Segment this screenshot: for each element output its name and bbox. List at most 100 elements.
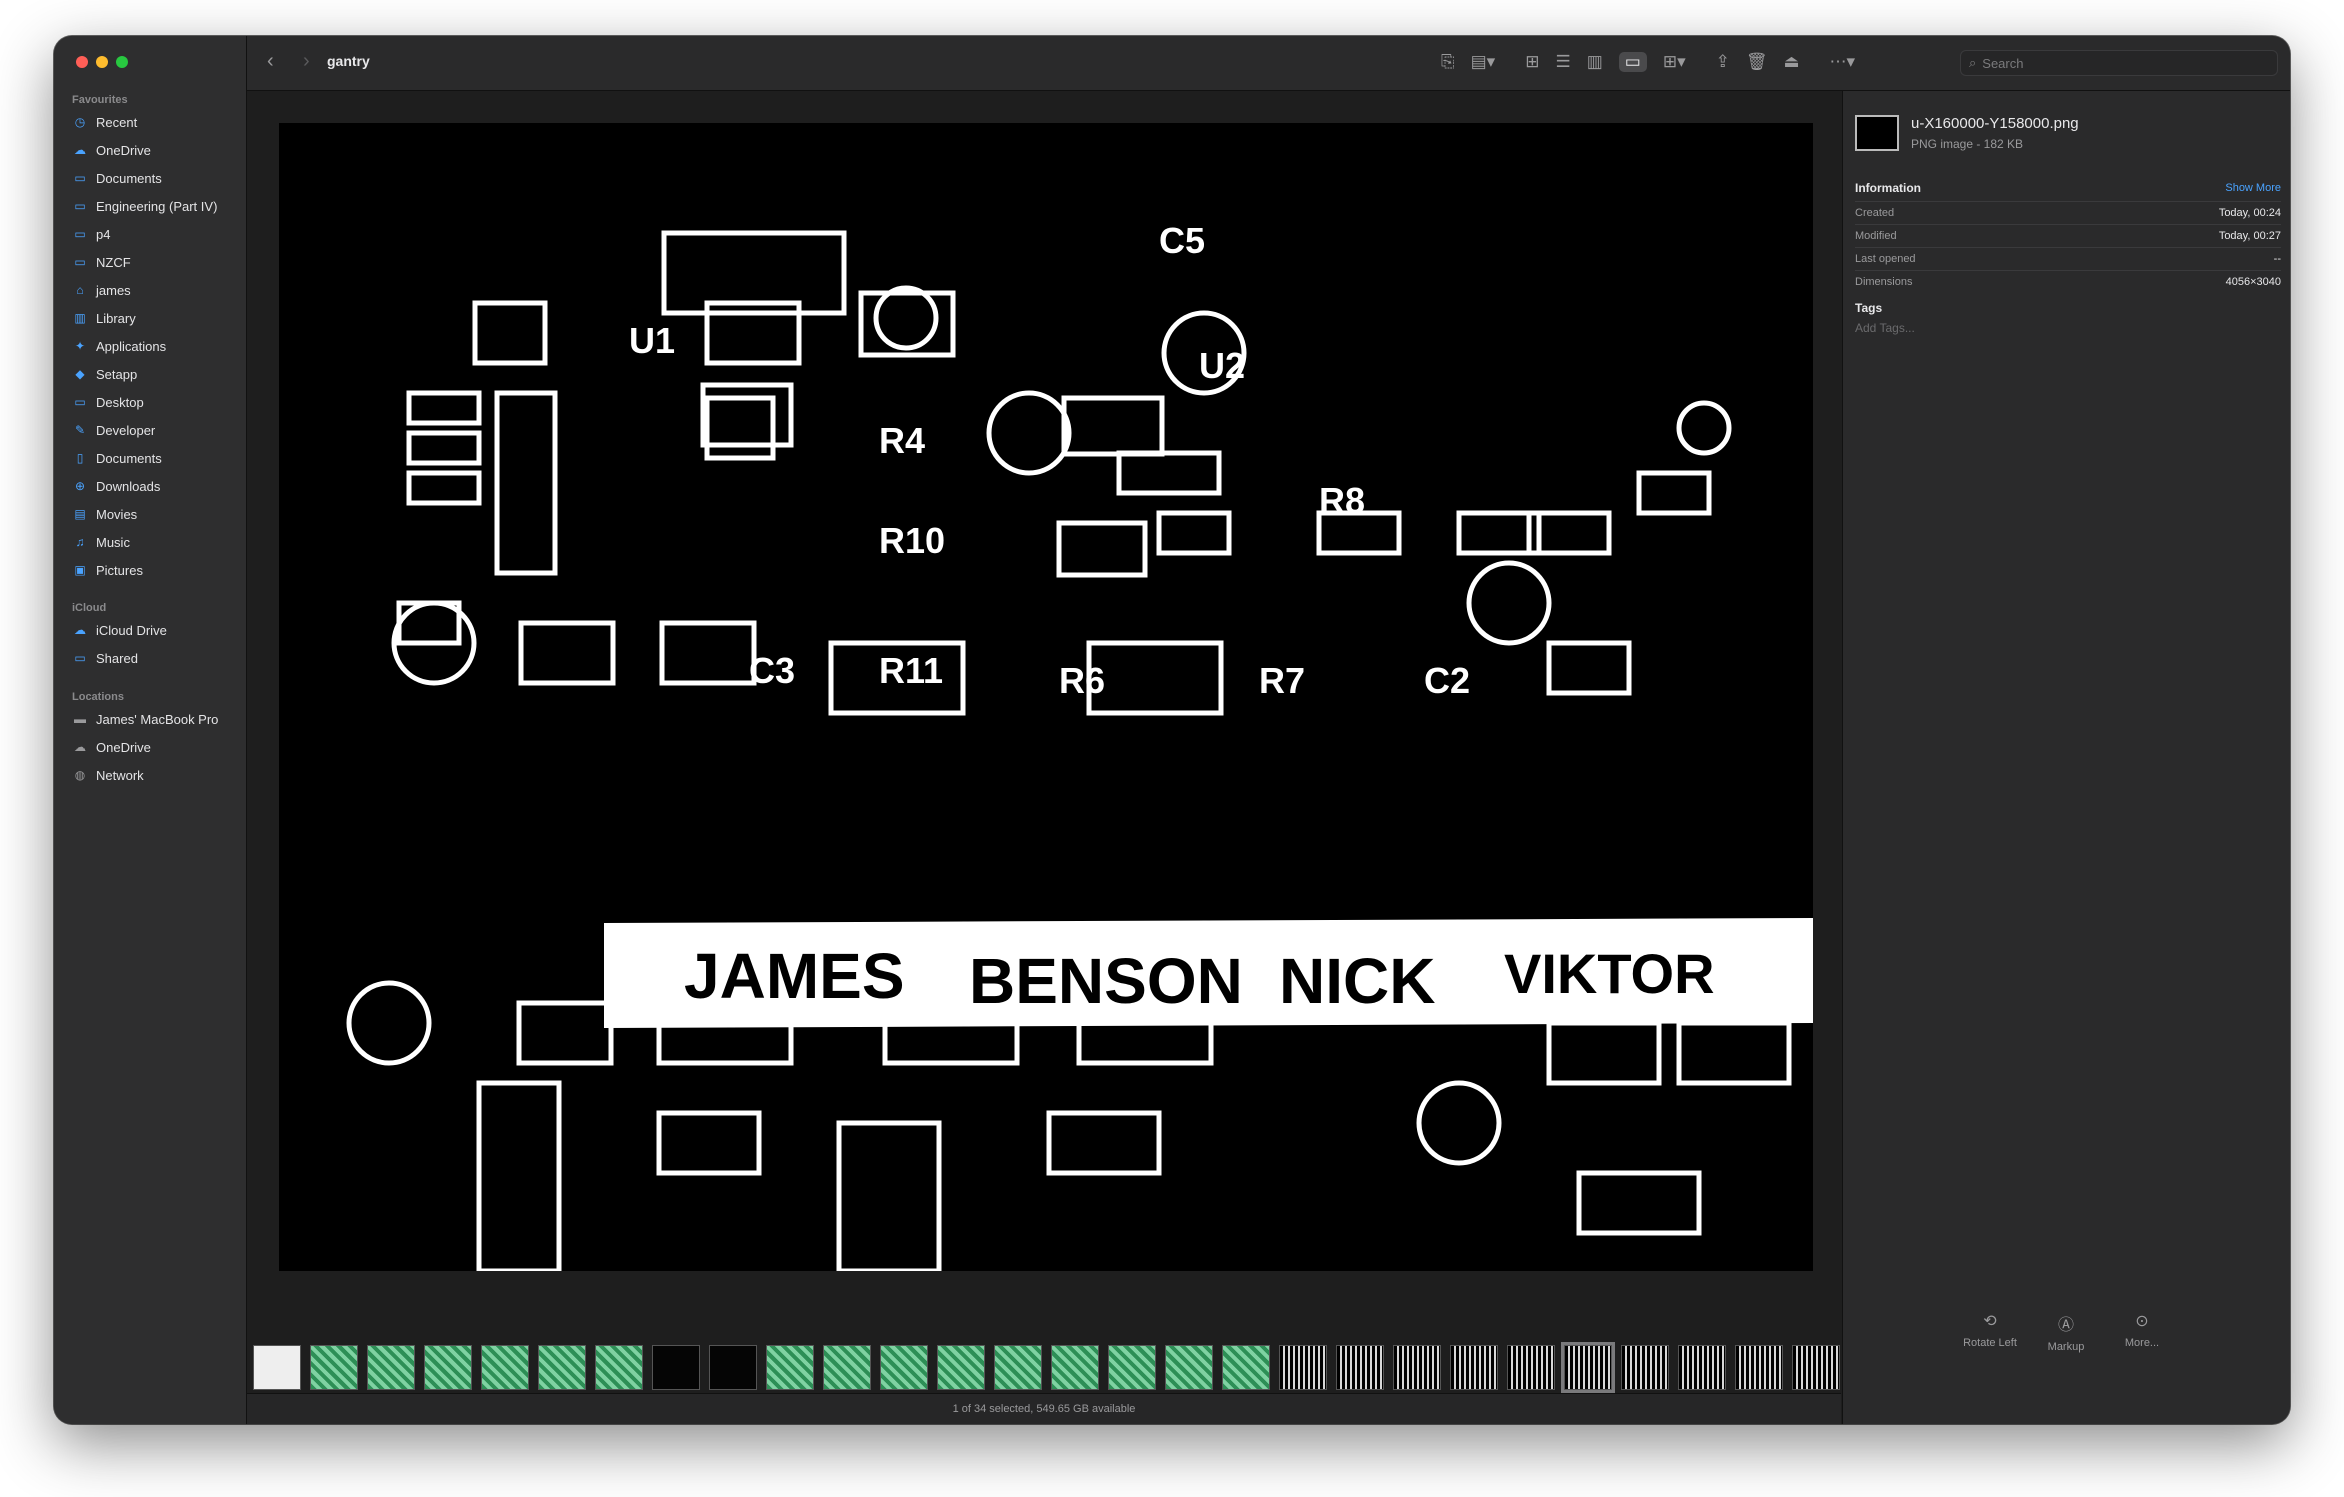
sidebar-item-onedrive-location[interactable]: ☁ OneDrive [72,733,242,761]
forward-button[interactable]: › [303,50,310,73]
sidebar-item-downloads[interactable]: ⊕ Downloads [72,472,242,500]
sidebar-item-p4[interactable]: ▭ p4 [72,220,242,248]
sidebar-item-label: Developer [96,422,156,438]
thumbnail[interactable] [538,1345,586,1390]
sidebar-item-label: Music [96,534,130,550]
sidebar-item-label: OneDrive [96,142,151,158]
status-bar: 1 of 34 selected, 549.65 GB available [247,1393,1841,1424]
house-icon: ⌂ [76,283,84,297]
sidebar-item-label: Documents [96,170,162,186]
thumbnail[interactable] [1450,1345,1498,1390]
more-button[interactable]: ⊙ More... [2102,1311,2182,1349]
group-menu-icon[interactable]: ⊞▾ [1663,52,1686,72]
thumbnail[interactable] [1165,1345,1213,1390]
column-view-icon[interactable]: ▥ [1587,52,1603,72]
add-tags-field[interactable]: Add Tags... [1855,321,1915,335]
sidebar-item-label: OneDrive [96,739,151,755]
thumbnail[interactable] [1336,1345,1384,1390]
building-icon: ▥ [74,311,86,325]
maximize-window-button[interactable] [116,56,128,68]
thumbnail[interactable] [823,1345,871,1390]
sidebar-item-macbook[interactable]: ▬ James' MacBook Pro [72,705,242,733]
markup-icon: Ⓐ [2057,1317,2074,1334]
thumbnail[interactable] [937,1345,985,1390]
sidebar-icloud-list: ☁ iCloud Drive ▭ Shared [72,616,242,672]
thumbnail[interactable] [1561,1342,1615,1393]
sidebar-item-applications[interactable]: ✦ Applications [72,332,242,360]
thumbnail[interactable] [1279,1345,1327,1390]
gallery-view-icon[interactable]: ▭ [1618,52,1647,72]
eject-icon[interactable]: ⏏ [1783,52,1799,72]
sidebar-item-network[interactable]: ◍ Network [72,761,242,789]
cloud-icon: ☁ [74,623,86,637]
thumbnail[interactable] [1108,1345,1156,1390]
image-preview[interactable]: JAMES BENSON NICK VIKTOR C5 U2 R4 R10 R1… [279,123,1813,1271]
sidebar-item-setapp[interactable]: ◆ Setapp [72,360,242,388]
file-thumbnail [1855,115,1899,151]
silk-r6: R6 [1059,660,1105,701]
search-placeholder: Search [1982,55,2024,71]
action-menu-icon[interactable]: ▤▾ [1471,52,1496,72]
sidebar-item-music[interactable]: ♫ Music [72,528,242,556]
thumbnail[interactable] [652,1345,700,1390]
thumbnail[interactable] [367,1345,415,1390]
sidebar-item-desktop[interactable]: ▭ Desktop [72,388,242,416]
more-actions-icon[interactable]: ⋯▾ [1830,52,1856,72]
markup-button[interactable]: Ⓐ Markup [2026,1311,2106,1353]
rotate-left-button[interactable]: ⟲ Rotate Left [1950,1311,2030,1349]
sidebar-item-label: iCloud Drive [96,622,167,638]
minimize-window-button[interactable] [96,56,108,68]
thumbnail[interactable] [1735,1345,1783,1390]
thumbnail[interactable] [253,1345,301,1390]
thumbnail[interactable] [766,1345,814,1390]
sidebar-item-movies[interactable]: ▤ Movies [72,500,242,528]
sidebar-item-engineering[interactable]: ▭ Engineering (Part IV) [72,192,242,220]
sidebar-item-library[interactable]: ▥ Library [72,304,242,332]
sidebar-item-pictures[interactable]: ▣ Pictures [72,556,242,584]
sidebar-item-documents[interactable]: ▭ Documents [72,164,242,192]
apps-icon: ✦ [74,339,86,353]
thumbnail[interactable] [880,1345,928,1390]
thumbnail[interactable] [994,1345,1042,1390]
thumbnail[interactable] [1678,1345,1726,1390]
thumbnail[interactable] [1393,1345,1441,1390]
thumbnail[interactable] [481,1345,529,1390]
sidebar-item-nzcf[interactable]: ▭ NZCF [72,248,242,276]
trash-icon[interactable]: 🗑 [1746,52,1768,72]
sidebar-item-label: Recent [96,114,138,130]
thumbnail[interactable] [424,1345,472,1390]
thumbnail[interactable] [1507,1345,1555,1390]
show-more-link[interactable]: Show More [2225,182,2281,194]
sidebar-item-label: James' MacBook Pro [96,711,219,727]
sidebar-item-label: Downloads [96,478,161,494]
sidebar-item-onedrive[interactable]: ☁ OneDrive [72,136,242,164]
thumbnail[interactable] [1792,1345,1840,1390]
label-james: JAMES [684,940,905,1012]
silk-r8: R8 [1319,480,1365,521]
thumbnail[interactable] [1222,1345,1270,1390]
new-folder-icon[interactable]: ⎘ [1441,52,1455,72]
search-input[interactable]: ⌕ Search [1960,50,2278,76]
sidebar-item-label: Network [96,767,144,783]
sidebar-item-recent[interactable]: ◷ Recent [72,108,242,136]
back-button[interactable]: ‹ [267,50,274,73]
info-row-last-opened: Last opened -- [1855,247,2281,270]
cloud-icon: ☁ [74,740,86,754]
thumbnail[interactable] [709,1345,757,1390]
icon-view-icon[interactable]: ⊞ [1525,52,1539,72]
shared-folder-icon: ▭ [74,651,86,665]
sidebar-item-documents-2[interactable]: ▯ Documents [72,444,242,472]
share-icon[interactable]: ⇪ [1716,52,1730,72]
thumbnail[interactable] [1051,1345,1099,1390]
sidebar-section-locations: Locations [72,691,124,703]
thumbnail[interactable] [1621,1345,1669,1390]
sidebar-item-shared[interactable]: ▭ Shared [72,644,242,672]
sidebar-item-developer[interactable]: ✎ Developer [72,416,242,444]
folder-icon: ▭ [74,199,86,213]
close-window-button[interactable] [76,56,88,68]
thumbnail[interactable] [595,1345,643,1390]
sidebar-item-icloud-drive[interactable]: ☁ iCloud Drive [72,616,242,644]
sidebar-item-james[interactable]: ⌂ james [72,276,242,304]
thumbnail[interactable] [310,1345,358,1390]
list-view-icon[interactable]: ☰ [1555,52,1570,72]
